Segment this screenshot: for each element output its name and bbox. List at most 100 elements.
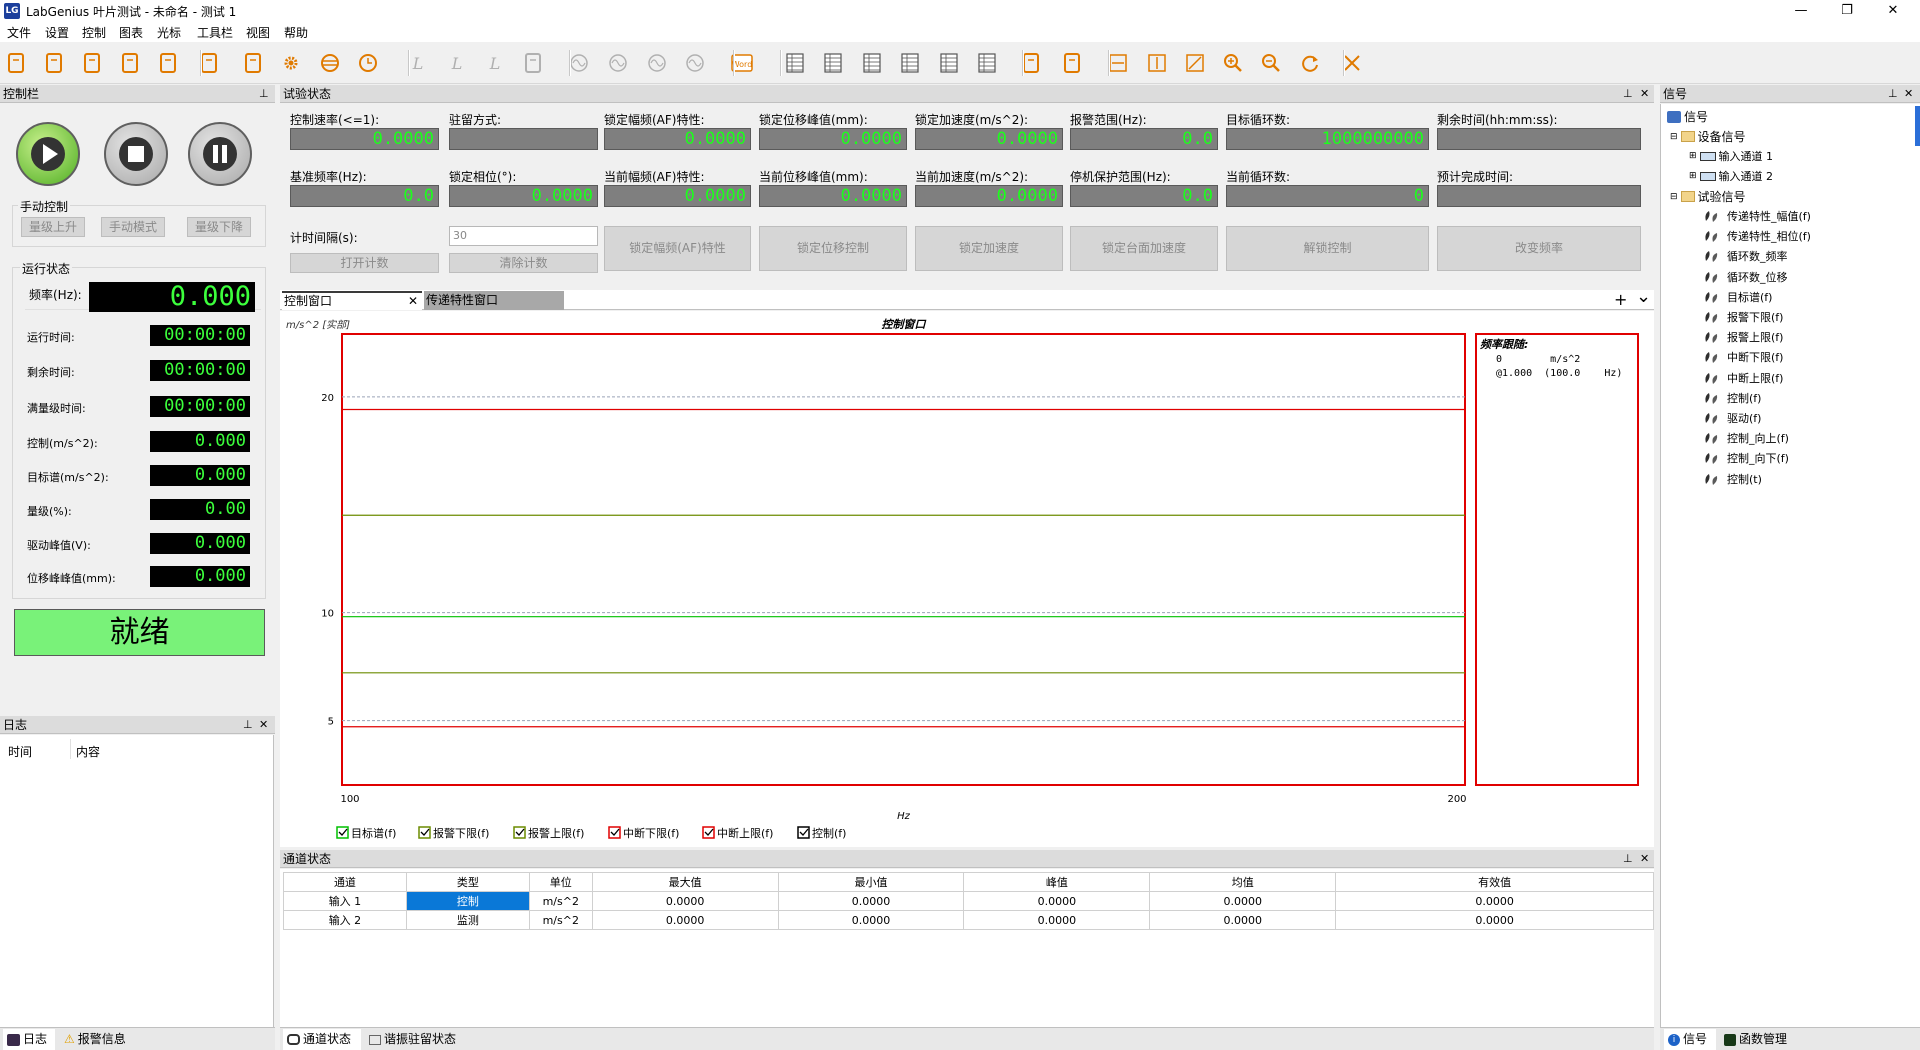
report-icon[interactable] bbox=[240, 50, 266, 76]
table-column-header[interactable]: 类型 bbox=[405, 872, 530, 892]
settings-gear-icon[interactable] bbox=[278, 50, 304, 76]
tree-item-test-signal[interactable]: 循环数_频率 bbox=[1702, 248, 1788, 264]
table-cell[interactable]: 0.0000 bbox=[777, 910, 965, 930]
table-cell[interactable]: 0.0000 bbox=[777, 891, 965, 911]
tab-resonance-status[interactable]: 谐振驻留状态 bbox=[365, 1029, 456, 1050]
legend-item[interactable]: 中断上限(f) bbox=[702, 826, 773, 840]
log-column-content[interactable]: 内容 bbox=[76, 743, 100, 760]
table-cell[interactable]: 0.0000 bbox=[591, 891, 779, 911]
pin-icon[interactable]: ⊥ bbox=[1623, 85, 1633, 103]
lock-acceleration-button[interactable]: 锁定加速度 bbox=[915, 226, 1063, 271]
fit-diagonal-icon[interactable] bbox=[1182, 50, 1208, 76]
tree-item-test-signal[interactable]: 中断下限(f) bbox=[1702, 349, 1783, 365]
tree-item-test-signal[interactable]: 报警下限(f) bbox=[1702, 309, 1783, 325]
minimize-button[interactable]: — bbox=[1778, 0, 1824, 22]
table-cell[interactable]: 0.0000 bbox=[1335, 891, 1654, 911]
tree-item-test-signal[interactable]: 控制(t) bbox=[1702, 471, 1762, 487]
start-button[interactable] bbox=[16, 122, 80, 186]
table3-icon[interactable] bbox=[859, 50, 885, 76]
lock-table-acceleration-button[interactable]: 锁定台面加速度 bbox=[1070, 226, 1218, 271]
table-cell[interactable]: 0.0000 bbox=[1335, 910, 1654, 930]
pin-icon[interactable]: ⊥ bbox=[1888, 85, 1898, 103]
scroll-indicator[interactable] bbox=[1915, 106, 1920, 146]
wave4-icon[interactable] bbox=[682, 50, 708, 76]
wave2-icon[interactable] bbox=[605, 50, 631, 76]
collapse-icon[interactable]: ⊟ bbox=[1670, 132, 1678, 142]
table-cell[interactable]: 0.0000 bbox=[591, 910, 779, 930]
table-cell[interactable]: 控制 bbox=[405, 891, 530, 911]
table-cell[interactable]: 输入 1 bbox=[283, 891, 407, 911]
table-cell[interactable]: 0.0000 bbox=[1149, 891, 1337, 911]
manual-mode-button[interactable]: 手动模式 bbox=[101, 217, 165, 237]
tree-root-signals[interactable]: 信号 bbox=[1667, 108, 1708, 125]
tab-channel-status[interactable]: 通道状态 bbox=[283, 1029, 361, 1050]
table-column-header[interactable]: 最大值 bbox=[591, 872, 779, 892]
tree-group-test[interactable]: ⊟ 试验信号 bbox=[1670, 188, 1746, 205]
clear-count-button[interactable]: 清除计数 bbox=[449, 253, 598, 273]
log-column-time[interactable]: 时间 bbox=[8, 743, 32, 760]
pin-icon[interactable]: ⊥ bbox=[243, 716, 253, 734]
tree-item-test-signal[interactable]: 传递特性_幅值(f) bbox=[1702, 208, 1811, 224]
unlock-control-button[interactable]: 解锁控制 bbox=[1226, 226, 1429, 271]
fit-vertical-icon[interactable] bbox=[1144, 50, 1170, 76]
close-icon[interactable]: ✕ bbox=[1904, 85, 1913, 103]
table-column-header[interactable]: 有效值 bbox=[1335, 872, 1654, 892]
close-icon[interactable]: ✕ bbox=[408, 293, 418, 309]
tree-item-device-channel[interactable]: ⊞ 输入通道 1 bbox=[1689, 148, 1773, 164]
maximize-button[interactable]: ❐ bbox=[1824, 0, 1870, 22]
tree-item-test-signal[interactable]: 控制(f) bbox=[1702, 390, 1761, 406]
tree-item-test-signal[interactable]: 传递特性_相位(f) bbox=[1702, 228, 1811, 244]
table5-icon[interactable] bbox=[936, 50, 962, 76]
tree-item-test-signal[interactable]: 控制_向上(f) bbox=[1702, 430, 1789, 446]
table-column-header[interactable]: 最小值 bbox=[777, 872, 965, 892]
table-cell[interactable]: m/s^2 bbox=[528, 910, 593, 930]
pin-icon[interactable]: ⊥ bbox=[259, 85, 269, 103]
table-column-header[interactable]: 均值 bbox=[1149, 872, 1337, 892]
tree-item-device-channel[interactable]: ⊞ 输入通道 2 bbox=[1689, 168, 1773, 184]
save-as-icon[interactable] bbox=[79, 50, 105, 76]
tree-item-test-signal[interactable]: 循环数_位移 bbox=[1702, 269, 1788, 285]
collapse-icon[interactable]: ⊟ bbox=[1670, 192, 1678, 202]
table-row[interactable]: 输入 1 控制 m/s^2 0.0000 0.0000 0.0000 0.0000 0.000… bbox=[283, 891, 1654, 911]
tab-log[interactable]: 日志 bbox=[3, 1029, 55, 1050]
legend-item[interactable]: 报警上限(f) bbox=[513, 826, 584, 840]
legend-item[interactable]: 中断下限(f) bbox=[608, 826, 679, 840]
cursor-l-plus-icon[interactable]: L bbox=[444, 50, 470, 76]
tab-function-manager[interactable]: 函数管理 bbox=[1720, 1029, 1787, 1050]
pin-icon[interactable]: ⊥ bbox=[1623, 850, 1633, 868]
table-column-header[interactable]: 单位 bbox=[528, 872, 593, 892]
control-window-chart[interactable]: 控制窗口 m/s^2 [实部] Hz 20 10 5 100 200 频率跟随: 0 m/s^2 @… bbox=[280, 311, 1654, 847]
export-icon[interactable] bbox=[155, 50, 181, 76]
table2-icon[interactable] bbox=[820, 50, 846, 76]
menu-control[interactable]: 控制 bbox=[82, 24, 106, 41]
tab-control-window[interactable]: 控制窗口 ✕ bbox=[282, 291, 422, 310]
level-down-button[interactable]: 量级下降 bbox=[187, 217, 251, 237]
pause-button[interactable] bbox=[188, 122, 252, 186]
menu-settings[interactable]: 设置 bbox=[45, 24, 69, 41]
menu-help[interactable]: 帮助 bbox=[284, 24, 308, 41]
close-button[interactable]: ✕ bbox=[1870, 0, 1916, 22]
new-file-icon[interactable] bbox=[3, 50, 29, 76]
cursor-l-minus-icon[interactable]: L bbox=[482, 50, 508, 76]
menu-view[interactable]: 视图 bbox=[246, 24, 270, 41]
table-cell[interactable]: 0.0000 bbox=[1149, 910, 1337, 930]
add-tab-icon[interactable]: + bbox=[1614, 290, 1627, 309]
save-icon[interactable] bbox=[41, 50, 67, 76]
tab-alarm[interactable]: ⚠ 报警信息 bbox=[60, 1029, 126, 1050]
tree-item-test-signal[interactable]: 驱动(f) bbox=[1702, 410, 1761, 426]
interval-input[interactable]: 30 bbox=[449, 226, 598, 246]
table-cell[interactable]: 监测 bbox=[405, 910, 530, 930]
table-cell[interactable]: m/s^2 bbox=[528, 891, 593, 911]
expand-icon[interactable]: ⊞ bbox=[1689, 171, 1697, 181]
clock-icon[interactable] bbox=[355, 50, 381, 76]
expand-icon[interactable]: ⊞ bbox=[1689, 151, 1697, 161]
level-up-button[interactable]: 量级上升 bbox=[21, 217, 85, 237]
tree-item-test-signal[interactable]: 目标谱(f) bbox=[1702, 289, 1772, 305]
table-column-header[interactable]: 峰值 bbox=[963, 872, 1151, 892]
lock-displacement-button[interactable]: 锁定位移控制 bbox=[759, 226, 907, 271]
legend-item[interactable]: 目标谱(f) bbox=[336, 826, 396, 840]
legend-item[interactable]: 控制(f) bbox=[797, 826, 846, 840]
legend-item[interactable]: 报警下限(f) bbox=[418, 826, 489, 840]
menu-file[interactable]: 文件 bbox=[7, 24, 31, 41]
close-icon[interactable]: ✕ bbox=[1640, 850, 1649, 868]
